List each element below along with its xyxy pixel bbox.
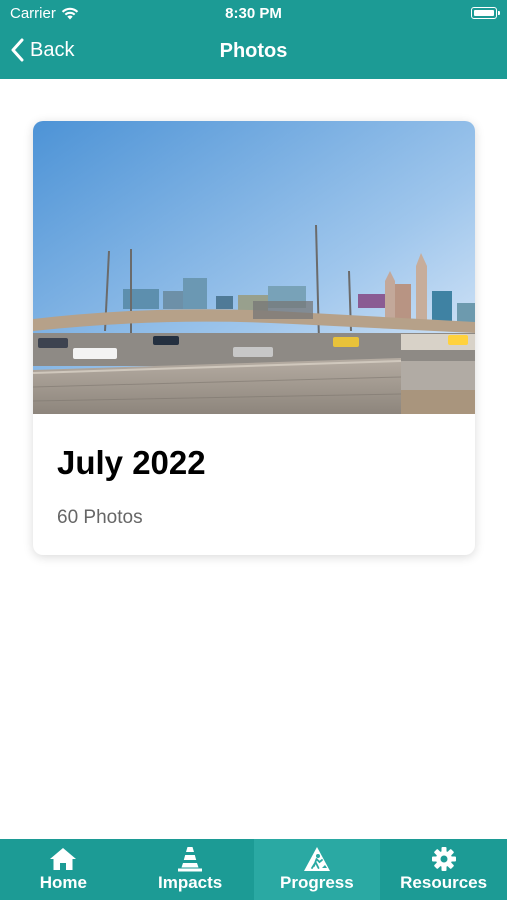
tab-progress-label: Progress [280,873,354,892]
tab-resources-label: Resources [400,873,488,892]
tab-bar: Home Impacts Progress Resources [0,839,507,900]
status-bar: Carrier 8:30 PM [0,0,507,28]
tab-progress[interactable]: Progress [253,839,381,900]
tab-impacts-label: Impacts [158,873,223,892]
battery-icon [471,7,500,19]
album-cover-photo [33,121,475,414]
album-card[interactable]: July 2022 60 Photos [33,121,475,555]
tab-impacts[interactable]: Impacts [127,839,254,900]
tab-resources[interactable]: Resources [380,839,507,900]
tab-home-label: Home [39,873,87,892]
status-time: 8:30 PM [225,5,282,22]
album-title: July 2022 [57,444,206,481]
navigation-bar: Back Photos [0,30,507,74]
page-title: Photos [219,40,288,62]
construction-sign-icon [303,847,330,871]
photo-albums-list: July 2022 60 Photos [0,79,507,839]
tab-home[interactable]: Home [0,839,127,900]
traffic-cone-icon [178,847,203,872]
header: Carrier 8:30 PM Back Photos [0,0,507,79]
home-icon [50,848,77,870]
gear-icon [431,847,456,871]
album-photo-count: 60 Photos [57,507,143,528]
